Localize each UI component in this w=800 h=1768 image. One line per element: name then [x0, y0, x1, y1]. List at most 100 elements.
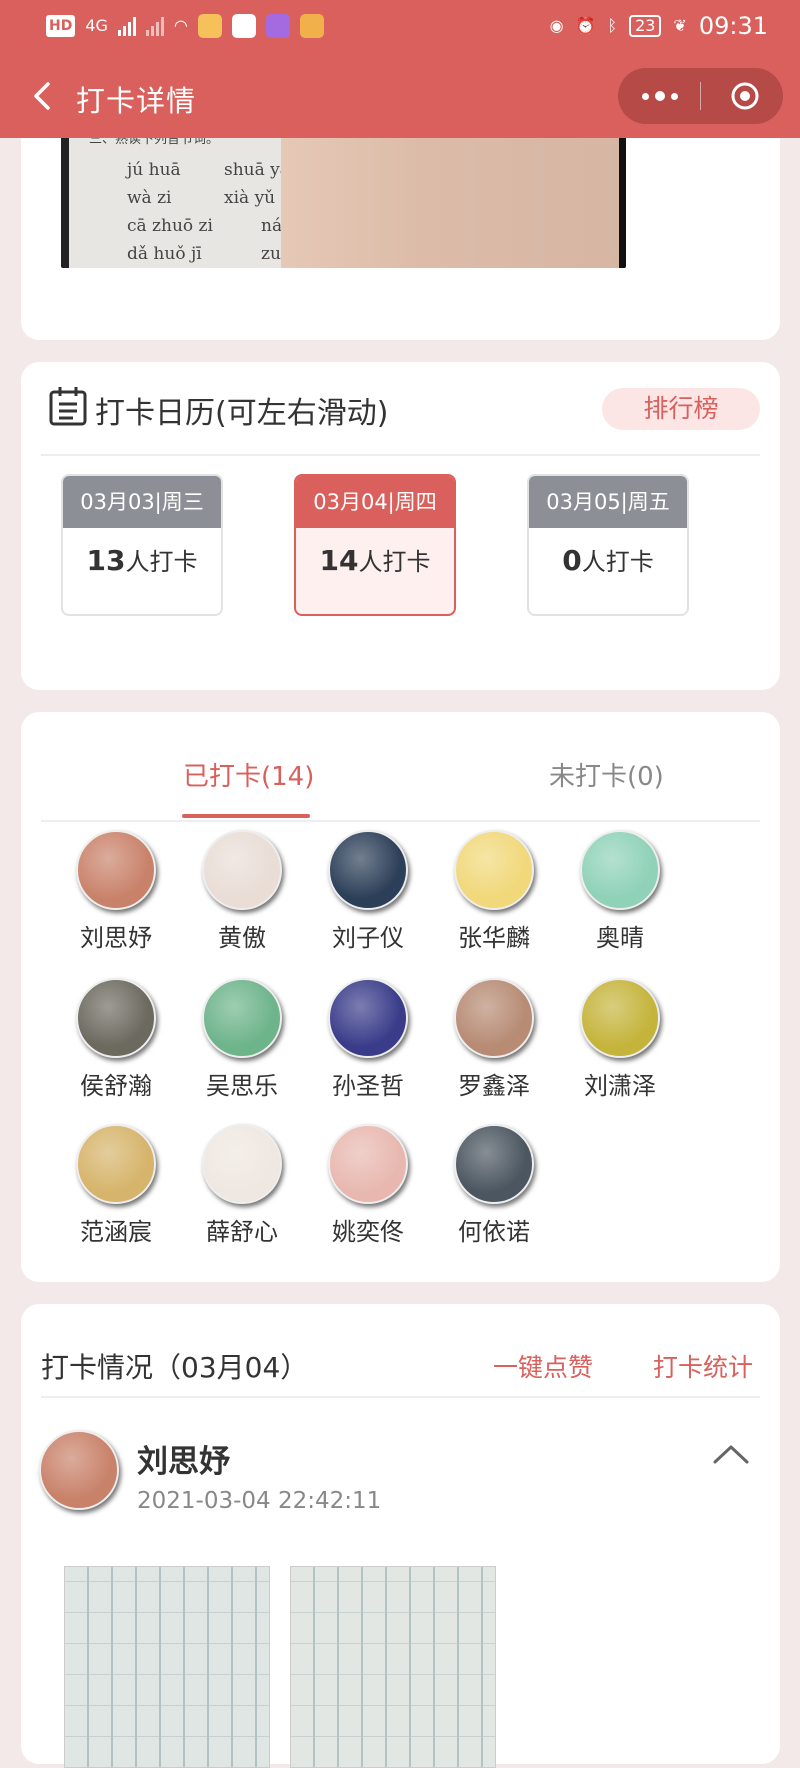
- avatar: [328, 830, 408, 910]
- photo-text-line: cā zhuō zi: [127, 216, 213, 236]
- avatar: [328, 1124, 408, 1204]
- member-name: 黄傲: [218, 924, 266, 952]
- member-item[interactable]: 姚奕佟: [313, 1124, 423, 1247]
- photo-text-line: dǎ huǒ jī: [127, 244, 202, 264]
- member-name: 张华麟: [458, 924, 530, 952]
- alarm-icon: ⏰: [575, 16, 596, 35]
- calendar-day-suffix: 人打卡: [581, 548, 654, 576]
- signal-icon: [117, 16, 136, 36]
- calendar-day-selected[interactable]: 03月04|周四 14人打卡: [294, 474, 456, 616]
- records-card: 打卡情况（03月04） 一键点赞 打卡统计 刘思妤 2021-03-04 22:…: [21, 1304, 780, 1768]
- checkin-stats-button[interactable]: 打卡统计: [653, 1348, 753, 1384]
- wifi-icon: ◠: [173, 16, 188, 35]
- calendar-day-suffix: 人打卡: [358, 548, 431, 576]
- calendar-day-count: 13: [86, 544, 126, 577]
- record-user-name: 刘思妤: [137, 1444, 230, 1480]
- photo-edge: [619, 120, 626, 268]
- calendar-day-date: 03月03|周三: [63, 476, 221, 528]
- avatar: [202, 978, 282, 1058]
- signal-2-icon: [145, 16, 164, 36]
- avatar: [580, 978, 660, 1058]
- avatar: [202, 830, 282, 910]
- page-title: 打卡详情: [76, 84, 197, 118]
- member-item[interactable]: 何依诺: [439, 1124, 549, 1247]
- eye-icon: ◉: [549, 16, 564, 35]
- hand-area: [281, 120, 626, 268]
- calendar-day-count: 0: [562, 544, 582, 577]
- record-photo[interactable]: [290, 1566, 496, 1768]
- avatar: [76, 978, 156, 1058]
- avatar[interactable]: [39, 1430, 119, 1510]
- calendar-day-suffix: 人打卡: [125, 548, 198, 576]
- member-item[interactable]: 刘思妤: [61, 830, 171, 953]
- calendar-title: 打卡日历(可左右滑动): [95, 396, 389, 431]
- records-title: 打卡情况（03月04）: [41, 1351, 309, 1384]
- calendar-day-count: 14: [319, 544, 359, 577]
- homework-photo[interactable]: 三、熟读下列音节词。 jú huā shuā yá wà zi xià yǔ c…: [61, 120, 626, 268]
- calendar-day[interactable]: 03月03|周三 13人打卡: [61, 474, 223, 616]
- app-icon-c: [265, 14, 290, 38]
- member-item[interactable]: 孙圣哲: [313, 978, 423, 1101]
- target-circle-icon[interactable]: [730, 81, 760, 111]
- member-item[interactable]: 薛舒心: [187, 1124, 297, 1247]
- top-bar: HD 4G ◠ ◉ ⏰ ᛒ 23 ❦ 09:31 打卡详情: [0, 0, 800, 138]
- photo-text-line: wà zi: [127, 188, 172, 208]
- member-name: 罗鑫泽: [458, 1072, 530, 1100]
- member-item[interactable]: 罗鑫泽: [439, 978, 549, 1101]
- app-icon-d: [299, 14, 324, 38]
- member-name: 刘子仪: [332, 924, 404, 952]
- avatar: [454, 1124, 534, 1204]
- nav-bar: 打卡详情: [0, 56, 800, 138]
- photo-text-line: xià yǔ: [224, 188, 276, 208]
- capsule-divider: [700, 82, 701, 110]
- leaf-icon: ❦: [673, 16, 687, 35]
- member-name: 刘潇泽: [584, 1072, 656, 1100]
- chevron-up-icon[interactable]: [711, 1442, 751, 1466]
- calendar-day-date: 03月05|周五: [529, 476, 687, 528]
- member-name: 吴思乐: [206, 1072, 278, 1100]
- tab-checked-in[interactable]: 已打卡(14): [183, 756, 314, 793]
- mini-program-capsule: [618, 68, 783, 124]
- photo-text-line: jú huā: [127, 160, 181, 180]
- avatar: [202, 1124, 282, 1204]
- avatar: [76, 830, 156, 910]
- tab-not-checked-in[interactable]: 未打卡(0): [549, 756, 664, 793]
- avatar: [76, 1124, 156, 1204]
- status-time: 09:31: [698, 12, 768, 40]
- active-tab-indicator: [182, 814, 310, 818]
- member-name: 孙圣哲: [332, 1072, 404, 1100]
- member-item[interactable]: 侯舒瀚: [61, 978, 171, 1101]
- member-item[interactable]: 范涵宸: [61, 1124, 171, 1247]
- member-item[interactable]: 黄傲: [187, 830, 297, 953]
- member-name: 薛舒心: [206, 1218, 278, 1246]
- bluetooth-icon: ᛒ: [607, 16, 618, 35]
- member-item[interactable]: 吴思乐: [187, 978, 297, 1101]
- member-name: 刘思妤: [80, 924, 152, 952]
- member-item[interactable]: 奥晴: [565, 830, 675, 953]
- record-time: 2021-03-04 22:42:11: [137, 1488, 382, 1514]
- battery-icon: 23: [629, 15, 662, 37]
- member-name: 何依诺: [458, 1218, 530, 1246]
- records-header: 打卡情况（03月04） 一键点赞 打卡统计: [41, 1322, 760, 1398]
- photo-edge: [61, 120, 69, 268]
- calendar-day-date: 03月04|周四: [296, 476, 454, 528]
- chevron-left-icon[interactable]: [26, 78, 62, 114]
- hd-icon: HD: [46, 15, 76, 37]
- member-item[interactable]: 刘子仪: [313, 830, 423, 953]
- record-photo[interactable]: [64, 1566, 270, 1768]
- member-name: 姚奕佟: [332, 1218, 404, 1246]
- member-item[interactable]: 张华麟: [439, 830, 549, 953]
- calendar-day[interactable]: 03月05|周五 0人打卡: [527, 474, 689, 616]
- network-type-label: 4G: [85, 16, 108, 35]
- status-bar: HD 4G ◠ ◉ ⏰ ᛒ 23 ❦ 09:31: [0, 0, 800, 56]
- leaderboard-button[interactable]: 排行榜: [602, 388, 760, 430]
- avatar: [328, 978, 408, 1058]
- member-name: 范涵宸: [80, 1218, 152, 1246]
- app-icon-b: [231, 14, 256, 38]
- member-item[interactable]: 刘潇泽: [565, 978, 675, 1101]
- checkin-calendar-card: 打卡日历(可左右滑动) 排行榜 03月03|周三 13人打卡 03月04|周四 …: [21, 362, 780, 690]
- more-dots-icon[interactable]: [642, 86, 678, 106]
- member-tabs: 已打卡(14) 未打卡(0): [41, 728, 760, 822]
- app-icon-a: [197, 14, 222, 38]
- like-all-button[interactable]: 一键点赞: [493, 1348, 593, 1384]
